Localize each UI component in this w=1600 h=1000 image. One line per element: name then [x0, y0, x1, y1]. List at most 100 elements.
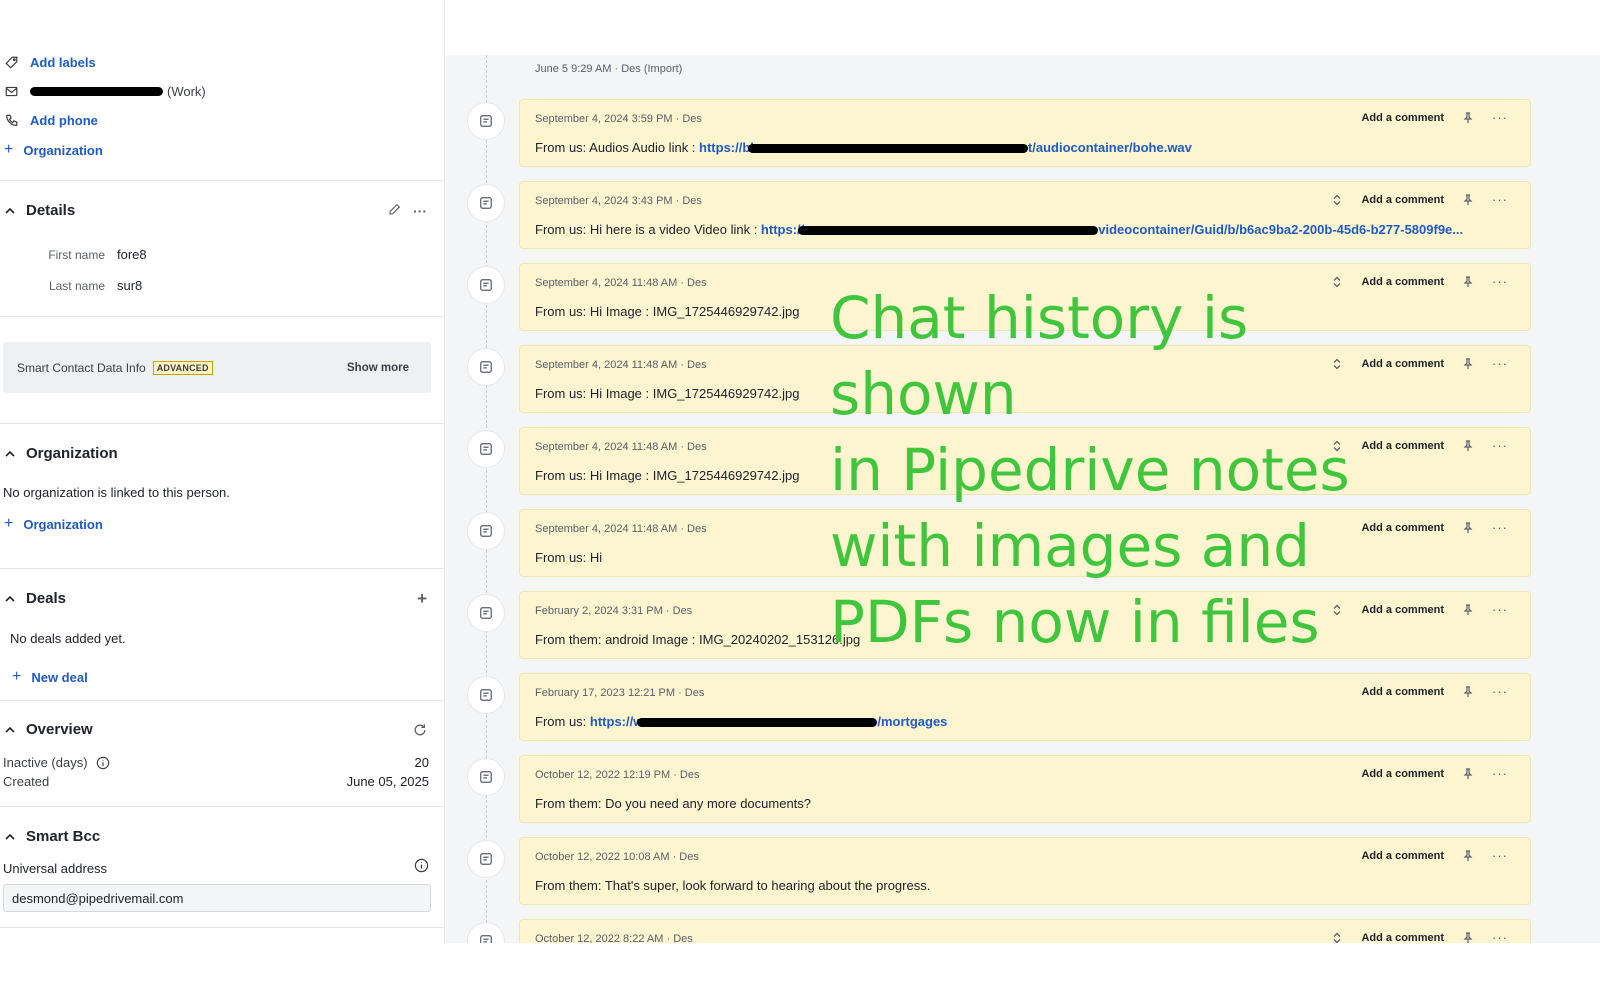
note-type-icon [467, 840, 505, 878]
annotation-line: in Pipedrive notes [830, 436, 1350, 504]
add-phone-link[interactable]: Add phone [30, 113, 98, 128]
add-comment-button[interactable]: Add a comment [1361, 686, 1444, 698]
note-meta: October 12, 2022 10:08 AM · Des [535, 851, 699, 863]
pin-icon[interactable] [1462, 521, 1474, 535]
note-content: From us: Hi Image : IMG_1725446929742.jp… [535, 386, 799, 401]
more-icon[interactable]: ··· [1492, 520, 1508, 535]
note-content: From us: Hi here is a video Video link :… [535, 222, 1463, 237]
add-comment-button[interactable]: Add a comment [1361, 112, 1444, 124]
add-labels-row[interactable]: Add labels [0, 55, 96, 70]
pin-icon[interactable] [1462, 193, 1474, 207]
note-card[interactable]: October 12, 2022 12:19 PM · Des From them… [519, 755, 1531, 823]
chevron-up-icon[interactable] [4, 831, 18, 843]
pencil-icon[interactable] [388, 203, 401, 219]
note-link-start: https://w [589, 714, 644, 729]
note-card[interactable]: September 4, 2024 3:59 PM · Des From us: … [519, 99, 1531, 167]
note-actions: Add a comment ··· [1331, 930, 1508, 943]
pin-icon[interactable] [1462, 931, 1474, 944]
pin-icon[interactable] [1462, 685, 1474, 699]
more-icon[interactable]: ··· [413, 203, 427, 219]
chevron-up-icon[interactable] [4, 448, 18, 460]
note-text: From them: That's super, look forward to… [535, 878, 931, 893]
chevron-up-icon[interactable] [4, 724, 18, 736]
expand-icon[interactable] [1331, 193, 1343, 207]
more-icon[interactable]: ··· [1492, 684, 1508, 699]
add-comment-button[interactable]: Add a comment [1361, 194, 1444, 206]
person-sidebar: Add labels (Work) Add phone + Organizati… [0, 0, 445, 943]
pin-icon[interactable] [1462, 439, 1474, 453]
refresh-icon[interactable] [413, 723, 427, 737]
new-deal-row[interactable]: + New deal [8, 669, 88, 685]
note-link-end: t/audiocontainer/bohe.wav [1027, 140, 1192, 155]
deals-section-header[interactable]: Deals + [0, 589, 444, 609]
more-icon[interactable]: ··· [1492, 356, 1508, 371]
divider [0, 316, 444, 317]
advanced-badge: ADVANCED [152, 360, 213, 375]
add-phone-row[interactable]: Add phone [0, 113, 98, 128]
note-card[interactable]: February 17, 2023 12:21 PM · Des From us:… [519, 673, 1531, 741]
universal-address-label: Universal address [3, 861, 108, 876]
details-section-header[interactable]: Details ··· [0, 202, 444, 219]
universal-address-field[interactable]: desmond@pipedrivemail.com [3, 884, 431, 912]
no-deals-text: No deals added yet. [10, 631, 126, 646]
redacted-url-part [637, 718, 878, 728]
note-text: From them: Do you need any more document… [535, 796, 812, 811]
first-name-value[interactable]: fore8 [117, 247, 147, 262]
note-meta: September 4, 2024 11:48 AM · Des [535, 359, 707, 371]
note-type-icon [467, 348, 505, 386]
info-icon[interactable] [96, 756, 110, 770]
pin-icon[interactable] [1462, 767, 1474, 781]
note-link[interactable]: https://bl t/audiocontainer/bohe.wav [699, 140, 1192, 155]
more-icon[interactable]: ··· [1492, 274, 1508, 289]
overview-title: Overview [26, 721, 93, 738]
note-actions: Add a comment ··· [1361, 766, 1508, 781]
note-card[interactable]: October 12, 2022 8:22 AM · Des Add a comm… [519, 919, 1531, 943]
pin-icon[interactable] [1462, 111, 1474, 125]
note-type-icon [467, 266, 505, 304]
more-icon[interactable]: ··· [1492, 848, 1508, 863]
add-comment-button[interactable]: Add a comment [1361, 768, 1444, 780]
smart-bcc-section-header[interactable]: Smart Bcc [0, 828, 444, 845]
add-comment-button[interactable]: Add a comment [1361, 850, 1444, 862]
more-icon[interactable]: ··· [1492, 602, 1508, 617]
details-title: Details [26, 202, 76, 219]
plus-icon: + [4, 515, 14, 532]
note-link[interactable]: https://videocontainer/Guid/b/b6ac9ba2-2… [761, 222, 1463, 237]
divider [0, 568, 444, 569]
more-icon[interactable]: ··· [1492, 110, 1508, 125]
add-organization-row[interactable]: + Organization [0, 142, 103, 158]
organization-section-header[interactable]: Organization [0, 445, 444, 462]
note-prefix: From us: [535, 714, 590, 729]
last-name-value[interactable]: sur8 [117, 278, 142, 293]
overview-section-header[interactable]: Overview [0, 721, 444, 738]
chevron-up-icon[interactable] [4, 205, 18, 217]
more-icon[interactable]: ··· [1492, 192, 1508, 207]
add-organization-row[interactable]: + Organization [0, 516, 103, 532]
note-prefix: From us: Hi here is a video Video link : [535, 222, 761, 237]
more-icon[interactable]: ··· [1492, 766, 1508, 781]
note-card[interactable]: September 4, 2024 3:43 PM · Des From us: … [519, 181, 1531, 249]
add-comment-button[interactable]: Add a comment [1361, 932, 1444, 944]
chevron-up-icon[interactable] [4, 593, 18, 605]
new-deal-link[interactable]: New deal [31, 670, 87, 685]
pin-icon[interactable] [1462, 275, 1474, 289]
note-card[interactable]: October 12, 2022 10:08 AM · Des From them… [519, 837, 1531, 905]
organization-title: Organization [26, 445, 118, 462]
pin-icon[interactable] [1462, 603, 1474, 617]
expand-icon[interactable] [1331, 931, 1343, 944]
note-link[interactable]: https://w/mortgages [590, 714, 948, 729]
add-labels-link[interactable]: Add labels [30, 55, 96, 70]
pin-icon[interactable] [1462, 357, 1474, 371]
show-more-button[interactable]: Show more [347, 362, 409, 374]
more-icon[interactable]: ··· [1492, 438, 1508, 453]
add-deal-icon[interactable]: + [417, 589, 427, 609]
more-icon[interactable]: ··· [1492, 930, 1508, 943]
add-organization-link[interactable]: Organization [23, 517, 102, 532]
info-icon[interactable] [414, 858, 429, 873]
email-type-label: (Work) [167, 84, 206, 99]
note-meta: October 12, 2022 8:22 AM · Des [535, 933, 693, 943]
note-prefix: From us: Audios Audio link : [535, 140, 700, 155]
pin-icon[interactable] [1462, 849, 1474, 863]
add-organization-link[interactable]: Organization [23, 143, 102, 158]
note-meta: September 4, 2024 11:48 AM · Des [535, 523, 707, 535]
